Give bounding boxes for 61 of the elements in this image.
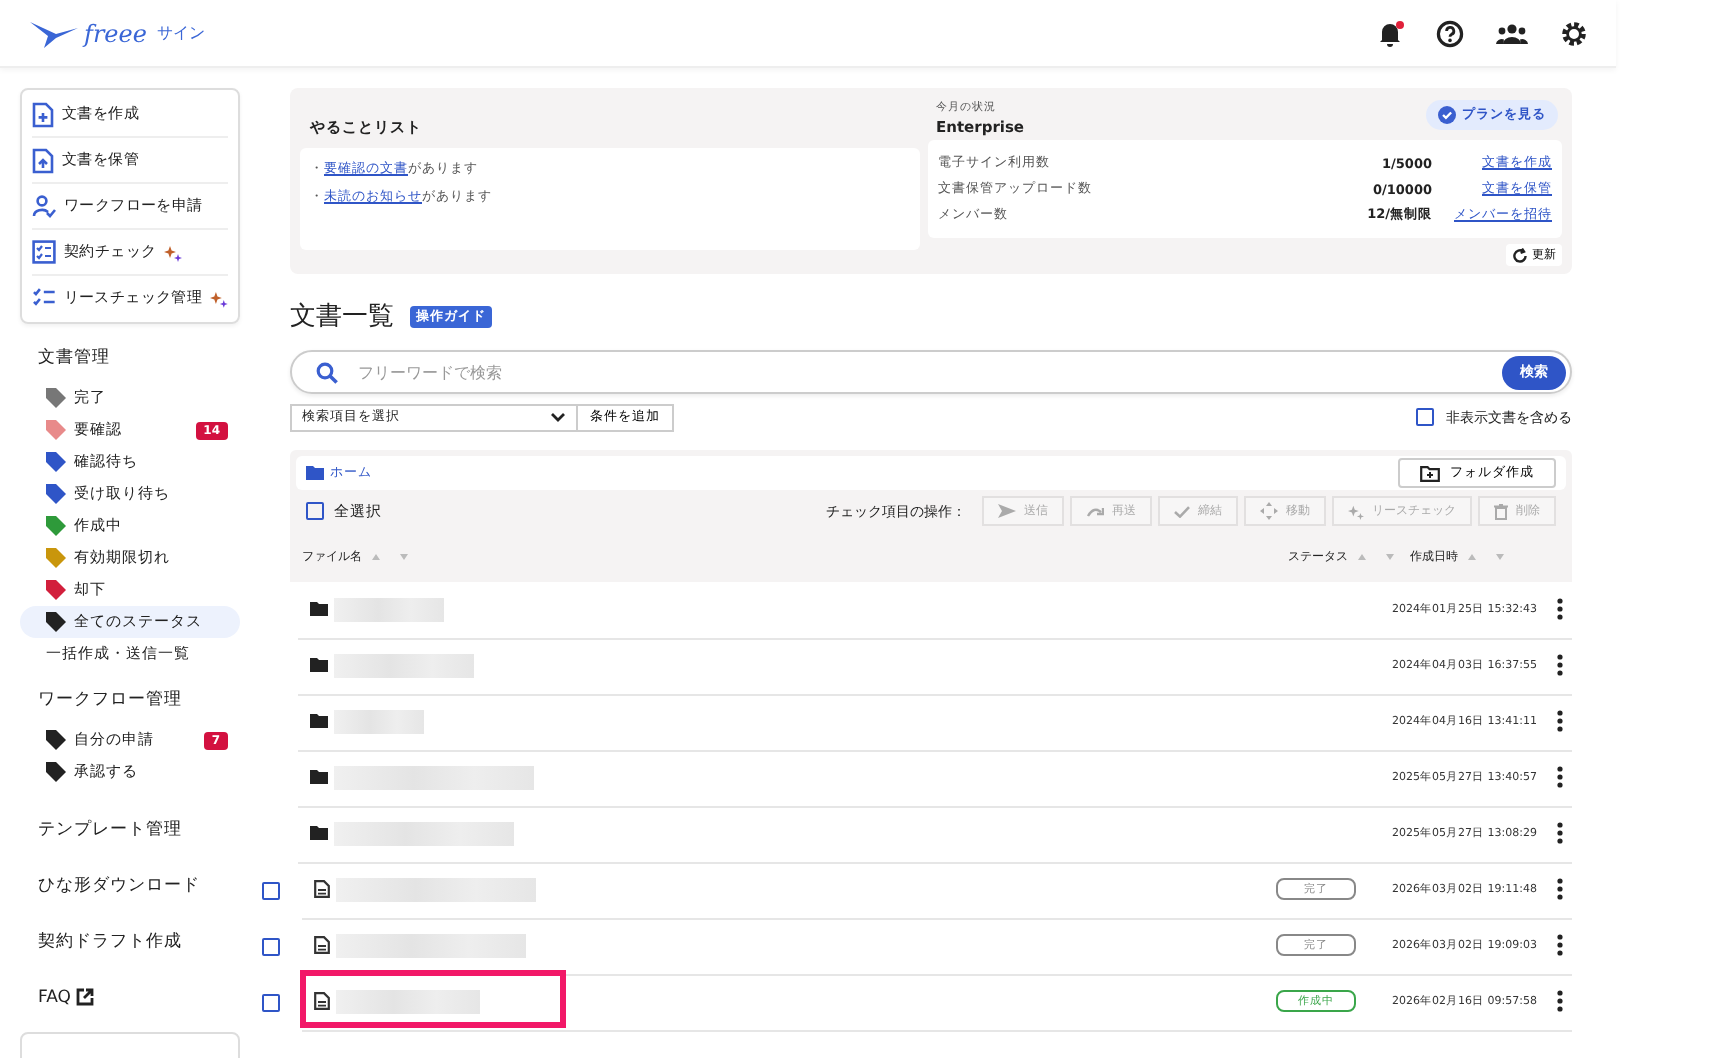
external-link-icon bbox=[76, 988, 95, 1006]
verified-icon bbox=[1438, 106, 1456, 124]
more-icon[interactable] bbox=[1556, 598, 1564, 620]
checkbox[interactable] bbox=[1416, 408, 1434, 426]
refresh-icon bbox=[1512, 247, 1528, 263]
folder-icon bbox=[310, 658, 328, 672]
more-icon[interactable] bbox=[1556, 822, 1564, 844]
checkbox[interactable] bbox=[262, 881, 280, 899]
file-plus-icon bbox=[32, 101, 54, 127]
more-icon[interactable] bbox=[1556, 766, 1564, 788]
logo[interactable]: freee サイン bbox=[28, 17, 205, 49]
plane-icon bbox=[28, 17, 80, 49]
move-icon bbox=[1260, 502, 1278, 520]
checkbox[interactable] bbox=[262, 993, 280, 1011]
redo-icon bbox=[1086, 505, 1104, 517]
search-icon bbox=[316, 361, 338, 383]
settings-icon[interactable] bbox=[1560, 19, 1588, 47]
document-icon bbox=[314, 992, 330, 1010]
chevron-down-icon bbox=[550, 412, 566, 422]
sort-icon bbox=[1464, 552, 1508, 562]
checkbox[interactable] bbox=[262, 937, 280, 955]
redacted-filename bbox=[334, 597, 444, 621]
folder-icon bbox=[310, 770, 328, 784]
checkbox[interactable] bbox=[306, 502, 324, 520]
sidebar-link[interactable]: ひな形ダウンロード bbox=[38, 870, 240, 900]
folder-icon bbox=[310, 826, 328, 840]
file-upload-icon bbox=[32, 147, 54, 173]
more-icon[interactable] bbox=[1556, 710, 1564, 732]
more-icon[interactable] bbox=[1556, 990, 1564, 1012]
user-check-icon bbox=[32, 194, 56, 218]
members-icon[interactable] bbox=[1496, 21, 1528, 45]
notification-bell-icon[interactable] bbox=[1376, 19, 1404, 47]
sort-icon bbox=[1354, 552, 1398, 562]
section-heading: 文書管理 bbox=[38, 346, 112, 370]
redacted-filename bbox=[334, 709, 424, 733]
trash-icon bbox=[1494, 503, 1508, 519]
folder-icon bbox=[310, 714, 328, 728]
faq-link[interactable]: FAQ bbox=[38, 982, 240, 1012]
sparkle-icon bbox=[1348, 503, 1364, 519]
folder-icon bbox=[310, 602, 328, 616]
send-icon bbox=[998, 504, 1016, 518]
redacted-filename bbox=[336, 989, 480, 1013]
folder-icon bbox=[306, 466, 324, 480]
sort-icon bbox=[368, 552, 412, 562]
page-title: 文書一覧 bbox=[290, 300, 394, 334]
more-icon[interactable] bbox=[1556, 654, 1564, 676]
folder-plus-icon bbox=[1420, 465, 1440, 481]
document-icon bbox=[314, 936, 330, 954]
check-icon bbox=[1174, 505, 1190, 517]
sidebar-link[interactable]: 契約ドラフト作成 bbox=[38, 926, 240, 956]
list-check-icon bbox=[32, 286, 56, 310]
redacted-filename bbox=[334, 653, 474, 677]
section-heading: ワークフロー管理 bbox=[38, 688, 184, 712]
more-icon[interactable] bbox=[1556, 878, 1564, 900]
document-icon bbox=[314, 880, 330, 898]
sparkle-icon bbox=[210, 289, 228, 307]
more-icon[interactable] bbox=[1556, 934, 1564, 956]
sidebar-link[interactable]: テンプレート管理 bbox=[38, 814, 240, 844]
sparkle-icon bbox=[164, 243, 183, 261]
help-icon[interactable] bbox=[1436, 19, 1464, 47]
checklist-icon bbox=[32, 240, 56, 264]
